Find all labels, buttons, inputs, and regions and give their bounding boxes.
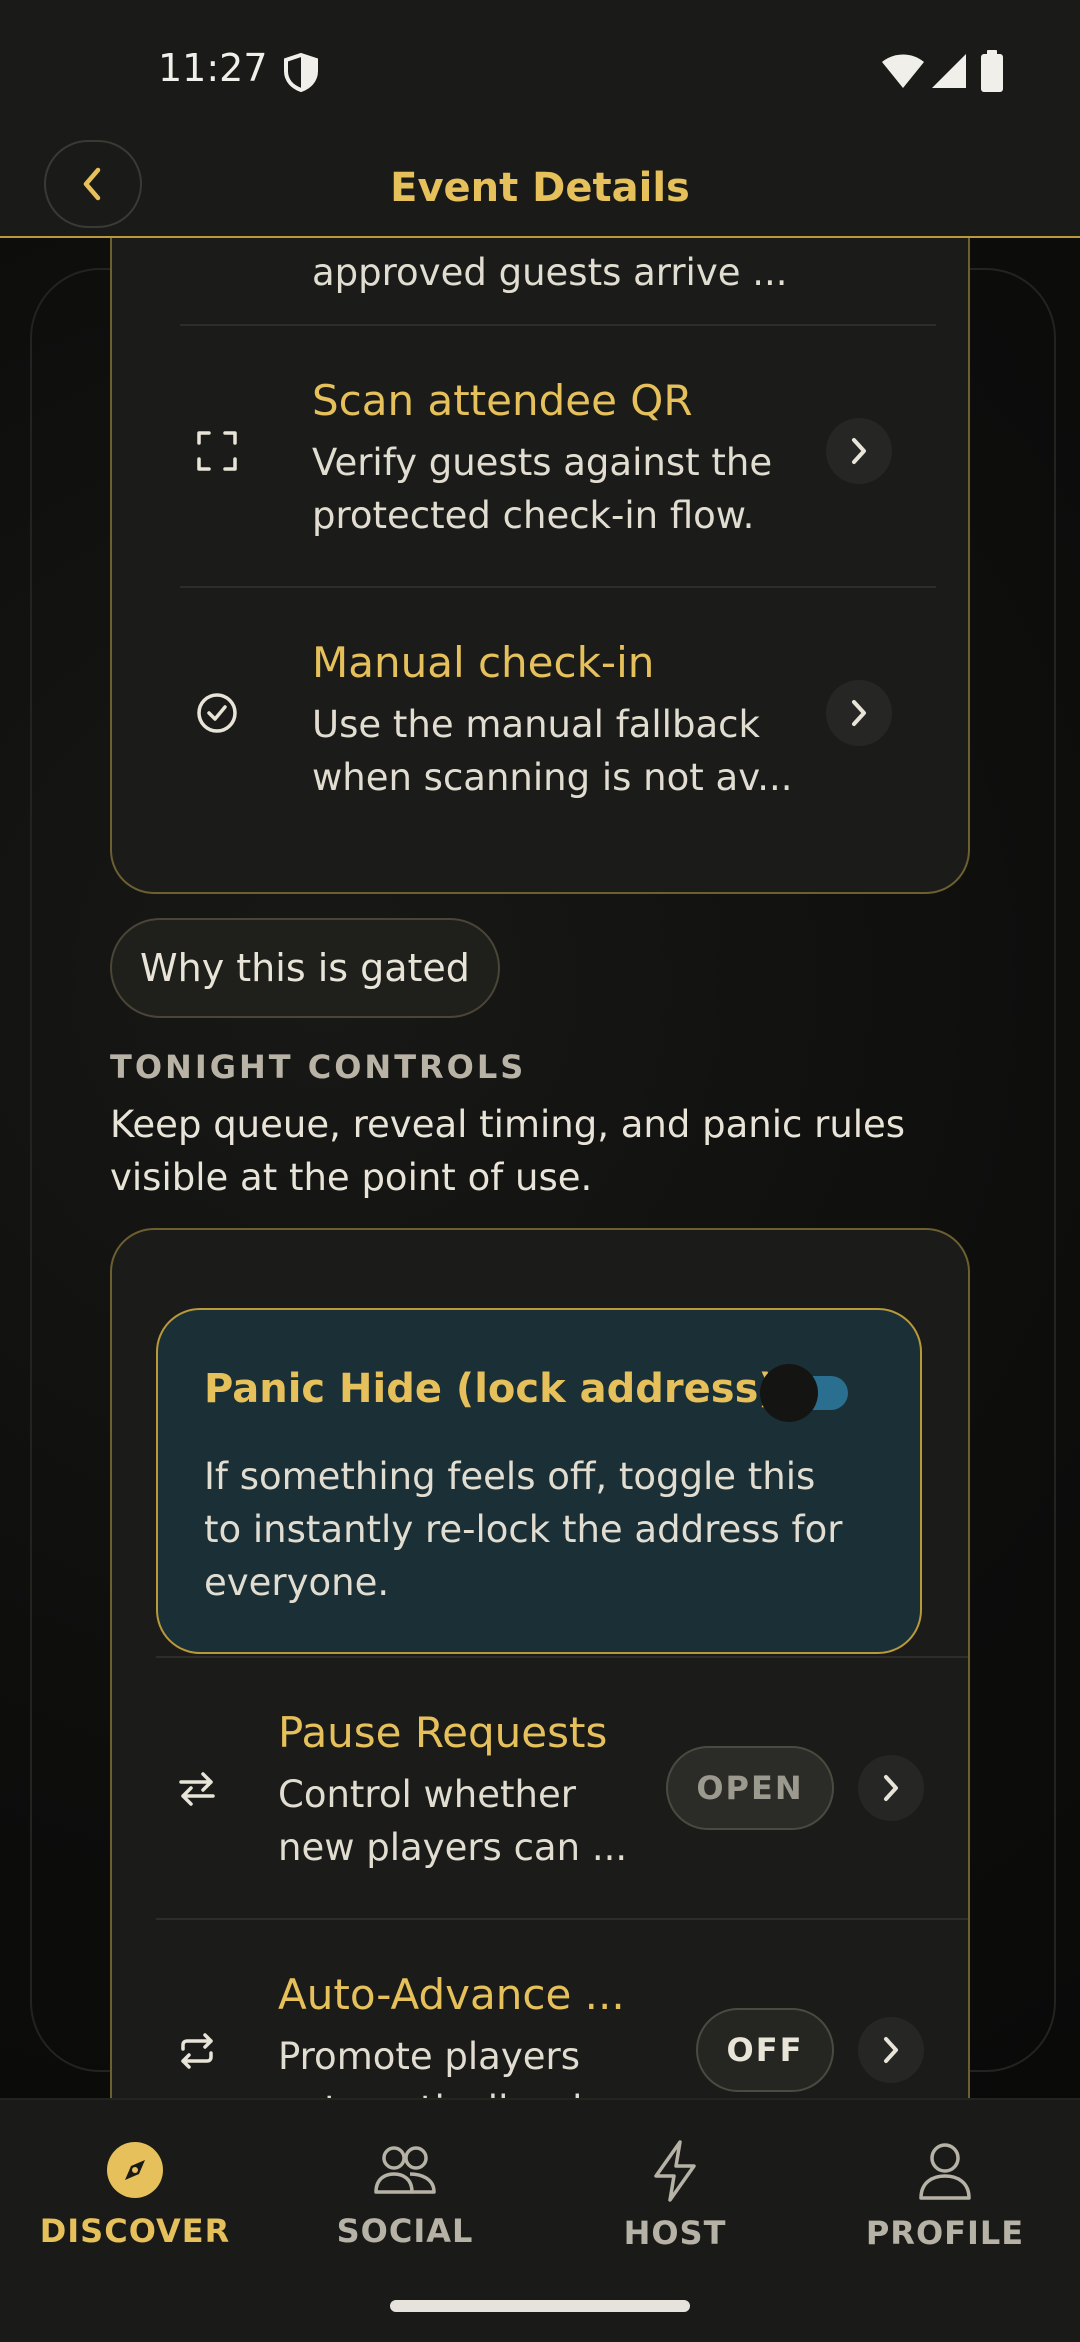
chevron-right-icon [852, 700, 866, 726]
panic-hide-description: If something feels off, toggle this to i… [204, 1455, 843, 1604]
repeat-icon [172, 2026, 222, 2076]
checkin-row-manual[interactable]: Manual check-in Use the manual fallback … [112, 588, 968, 848]
pause-requests-chevron-button[interactable] [858, 1755, 924, 1821]
nav-host-label: HOST [623, 2214, 727, 2252]
auto-advance-row[interactable]: Auto-Advance ... Promote players automat… [112, 1920, 968, 2098]
why-gated-button[interactable]: Why this is gated [110, 918, 500, 1018]
checkin-row-scan[interactable]: Scan attendee QR Verify guests against t… [112, 326, 968, 586]
content-scroll[interactable]: approved guests arrive ... Scan attendee… [0, 238, 1080, 2098]
nav-profile[interactable]: PROFILE [810, 2140, 1080, 2270]
pause-requests-state[interactable]: OPEN [666, 1746, 834, 1830]
wifi-icon [882, 54, 924, 88]
check-circle-icon [192, 688, 242, 738]
compass-icon [107, 2142, 163, 2198]
auto-advance-description: Promote players automatically when... [278, 2035, 677, 2098]
people-icon [374, 2146, 436, 2194]
pause-requests-title: Pause Requests [278, 1708, 608, 1757]
auto-advance-state[interactable]: OFF [696, 2008, 834, 2092]
lightning-icon [654, 2140, 696, 2202]
app-bar: Event Details [0, 140, 1080, 238]
manual-checkin-title: Manual check-in [312, 638, 655, 687]
panic-hide-toggle[interactable] [760, 1362, 848, 1422]
panic-hide-title: Panic Hide (lock address) [204, 1366, 777, 1412]
auto-advance-chevron-button[interactable] [858, 2017, 924, 2083]
nav-discover[interactable]: DISCOVER [0, 2140, 270, 2270]
panic-hide-panel: Panic Hide (lock address) If something f… [156, 1308, 922, 1654]
shield-icon [284, 52, 318, 92]
manual-checkin-description: Use the manual fallback when scanning is… [312, 703, 793, 799]
status-bar: 11:27 [0, 0, 1080, 140]
chevron-right-icon [884, 2037, 898, 2063]
pause-requests-row[interactable]: Pause Requests Control whether new playe… [112, 1658, 968, 1918]
nav-social-label: SOCIAL [336, 2212, 474, 2250]
person-icon [919, 2143, 971, 2200]
nav-profile-label: PROFILE [865, 2214, 1025, 2252]
page-title: Event Details [390, 165, 690, 211]
home-indicator [390, 2300, 690, 2312]
chevron-right-icon [884, 1775, 898, 1801]
scan-qr-title: Scan attendee QR [312, 376, 693, 425]
swap-arrows-icon [172, 1764, 222, 1814]
tonight-controls-description: Keep queue, reveal timing, and panic rul… [110, 1103, 906, 1199]
status-time: 11:27 [158, 46, 268, 90]
checkin-card: approved guests arrive ... Scan attendee… [110, 238, 970, 894]
nav-discover-label: DISCOVER [39, 2212, 231, 2250]
scan-qr-chevron-button[interactable] [826, 418, 892, 484]
tonight-controls-label: TONIGHT CONTROLS [110, 1048, 527, 1086]
manual-checkin-chevron-button[interactable] [826, 680, 892, 746]
battery-icon [981, 50, 1003, 92]
nav-host[interactable]: HOST [540, 2140, 810, 2270]
qr-scan-icon [192, 426, 242, 476]
pause-requests-description: Control whether new players can ... [278, 1773, 628, 1869]
chevron-right-icon [852, 438, 866, 464]
signal-icon [932, 54, 966, 88]
scan-qr-description: Verify guests against the protected chec… [312, 441, 773, 537]
auto-advance-title: Auto-Advance ... [278, 1970, 625, 2019]
checkin-partial-text: approved guests arrive ... [312, 251, 788, 294]
nav-social[interactable]: SOCIAL [270, 2140, 540, 2270]
